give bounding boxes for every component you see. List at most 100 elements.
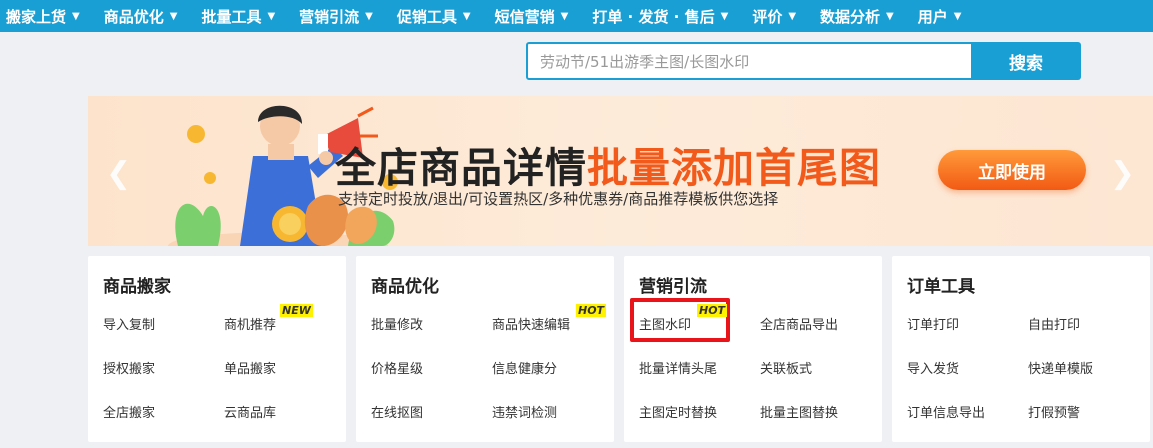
link-store-move[interactable]: 全店搬家 — [103, 402, 155, 421]
link-import-copy[interactable]: 导入复制 — [103, 314, 155, 333]
link-health-score[interactable]: 信息健康分 — [492, 358, 557, 377]
banner-subtitle: 支持定时投放/退出/可设置热区/多种优惠券/商品推荐模板供您选择 — [338, 190, 779, 208]
nav-item-label: 数据分析 — [820, 7, 881, 26]
nav-item-marketing[interactable]: 营销引流 ▼ — [299, 6, 373, 27]
nav-item-label: 评价 — [752, 7, 783, 26]
link-label: 批量修改 — [371, 318, 424, 333]
top-nav: 搬家上货 ▼ 商品优化 ▼ 批量工具 ▼ 营销引流 ▼ 促销工具 ▼ 短信营销 ▼ 打单 ·… — [0, 0, 1153, 32]
nav-item-orders[interactable]: 打单 · 发货 · 售后 ▼ — [592, 6, 728, 27]
link-label: 全店商品导出 — [760, 318, 839, 333]
link-label: 单品搬家 — [224, 362, 277, 377]
nav-item-reviews[interactable]: 评价 ▼ — [752, 6, 796, 27]
link-anti-fake[interactable]: 打假预警 — [1028, 402, 1080, 421]
nav-item-batch[interactable]: 批量工具 ▼ — [201, 6, 275, 27]
caret-down-icon: ▼ — [365, 10, 373, 22]
link-label: 商机推荐 — [224, 318, 277, 333]
nav-item-label: 商品优化 — [103, 7, 164, 26]
nav-item-label: 搬家上货 — [6, 7, 67, 26]
link-banned-words[interactable]: 违禁词检测 — [492, 402, 557, 421]
caret-down-icon: ▼ — [788, 10, 797, 22]
link-detail-head-tail[interactable]: 批量详情头尾 — [639, 358, 717, 377]
banner-title-highlight: 批量添加首尾图 — [587, 144, 881, 192]
hot-badge: HOT — [576, 304, 607, 317]
link-scheduled-replace[interactable]: 主图定时替换 — [639, 402, 717, 421]
card-title: 订单工具 — [907, 277, 975, 297]
link-label: 全店搬家 — [103, 406, 156, 421]
banner-title-main: 全店商品详情 — [335, 144, 587, 192]
caret-down-icon: ▼ — [462, 10, 471, 22]
link-cutout[interactable]: 在线抠图 — [371, 402, 423, 421]
nav-item-sms[interactable]: 短信营销 ▼ — [495, 6, 569, 27]
card-product-optimize: 商品优化 批量修改 商品快速编辑 HOT 价格星级 信息健康分 在线抠图 违禁词检… — [356, 256, 614, 442]
nav-item-move[interactable]: 搬家上货 ▼ — [6, 6, 80, 27]
link-export-products[interactable]: 全店商品导出 — [760, 314, 838, 333]
link-label: 商品快速编辑 — [492, 318, 571, 333]
link-label: 主图定时替换 — [639, 406, 718, 421]
nav-item-label: 批量工具 — [201, 7, 262, 26]
link-label: 云商品库 — [224, 406, 277, 421]
link-import-ship[interactable]: 导入发货 — [907, 358, 959, 377]
card-marketing: 营销引流 主图水印 HOT 全店商品导出 批量详情头尾 关联板式 主图定时替换 批… — [624, 256, 882, 442]
nav-item-label: 用户 — [917, 7, 948, 26]
link-free-print[interactable]: 自由打印 — [1028, 314, 1080, 333]
link-label: 订单信息导出 — [907, 406, 986, 421]
search-placeholder: 劳动节/51出游季主图/长图水印 — [540, 52, 750, 71]
link-watermark[interactable]: 主图水印 HOT — [639, 304, 728, 333]
link-cloud-library[interactable]: 云商品库 — [224, 402, 276, 421]
link-label: 批量详情头尾 — [639, 362, 718, 377]
link-price-star[interactable]: 价格星级 — [371, 358, 423, 377]
link-label: 导入复制 — [103, 318, 156, 333]
card-title: 营销引流 — [639, 277, 707, 297]
link-label: 快递单模版 — [1028, 362, 1094, 377]
link-label: 信息健康分 — [492, 362, 558, 377]
search-button[interactable]: 搜索 — [971, 42, 1081, 80]
link-label: 关联板式 — [760, 362, 813, 377]
link-order-print[interactable]: 订单打印 — [907, 314, 959, 333]
caret-down-icon: ▼ — [72, 10, 80, 22]
caret-down-icon: ▼ — [169, 10, 178, 22]
link-auth-move[interactable]: 授权搬家 — [103, 358, 155, 377]
nav-item-optimize[interactable]: 商品优化 ▼ — [104, 6, 178, 27]
link-opportunity[interactable]: 商机推荐 NEW — [224, 304, 313, 333]
link-label: 主图水印 — [639, 318, 692, 333]
link-batch-replace[interactable]: 批量主图替换 — [760, 402, 838, 421]
nav-item-label: 短信营销 — [494, 7, 555, 26]
link-label: 导入发货 — [907, 362, 960, 377]
nav-item-analytics[interactable]: 数据分析 ▼ — [820, 6, 894, 27]
promo-banner[interactable]: ❮ 全店商品详情批量添加首尾图 支持定时投放/退出/可设置热区/多种优惠券/商品… — [88, 96, 1153, 246]
search-input[interactable]: 劳动节/51出游季主图/长图水印 — [526, 42, 973, 80]
card-product-move: 商品搬家 导入复制 商机推荐 NEW 授权搬家 单品搬家 全店搬家 云商品库 — [88, 256, 346, 442]
link-label: 打假预警 — [1028, 406, 1081, 421]
link-waybill-template[interactable]: 快递单模版 — [1028, 358, 1093, 377]
caret-down-icon: ▼ — [267, 10, 276, 22]
link-quick-edit[interactable]: 商品快速编辑 HOT — [492, 304, 607, 333]
card-order-tools: 订单工具 订单打印 自由打印 导入发货 快递单模版 订单信息导出 打假预警 — [892, 256, 1150, 442]
nav-item-user[interactable]: 用户 ▼ — [918, 6, 962, 27]
link-label: 订单打印 — [907, 318, 960, 333]
caret-down-icon: ▼ — [560, 10, 569, 22]
nav-item-promo[interactable]: 促销工具 ▼ — [397, 6, 471, 27]
nav-item-label: 营销引流 — [299, 7, 360, 26]
use-now-button[interactable]: 立即使用 — [938, 150, 1086, 190]
banner-title: 全店商品详情批量添加首尾图 — [335, 134, 881, 194]
caret-down-icon: ▼ — [720, 10, 729, 22]
link-label: 授权搬家 — [103, 362, 156, 377]
link-label: 价格星级 — [371, 362, 424, 377]
new-badge: NEW — [280, 304, 313, 317]
nav-item-label: 促销工具 — [396, 7, 457, 26]
link-order-export[interactable]: 订单信息导出 — [907, 402, 985, 421]
card-title: 商品优化 — [371, 277, 439, 297]
caret-down-icon: ▼ — [886, 10, 894, 22]
link-label: 在线抠图 — [371, 406, 424, 421]
chevron-left-icon[interactable]: ❮ — [106, 156, 131, 191]
card-title: 商品搬家 — [103, 277, 171, 297]
chevron-right-icon[interactable]: ❯ — [1110, 156, 1135, 191]
hot-badge: HOT — [697, 304, 728, 317]
link-label: 批量主图替换 — [760, 406, 839, 421]
link-related-layout[interactable]: 关联板式 — [760, 358, 812, 377]
link-batch-edit[interactable]: 批量修改 — [371, 314, 423, 333]
link-label: 自由打印 — [1028, 318, 1081, 333]
nav-item-label: 打单 · 发货 · 售后 — [592, 7, 715, 26]
link-single-move[interactable]: 单品搬家 — [224, 358, 276, 377]
link-label: 违禁词检测 — [492, 406, 558, 421]
